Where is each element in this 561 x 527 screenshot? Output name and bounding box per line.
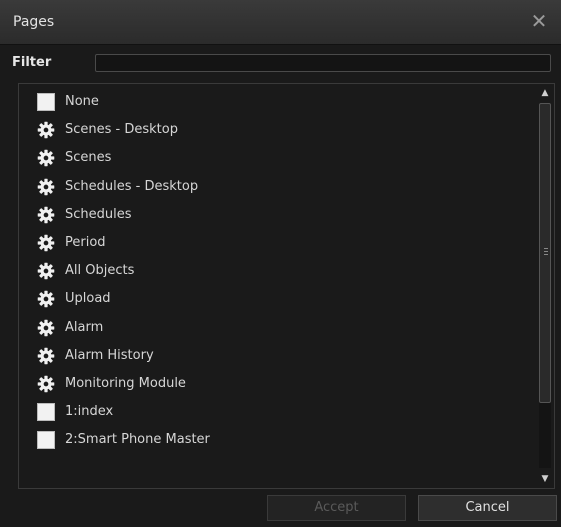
scroll-down-arrow-icon[interactable]: ▼: [537, 471, 553, 487]
list-item[interactable]: None: [19, 89, 534, 115]
accept-button[interactable]: Accept: [267, 495, 406, 521]
list-item[interactable]: Alarm History: [19, 343, 534, 369]
gear-icon: [37, 234, 55, 252]
list-item-label: 1:index: [65, 404, 114, 420]
gear-icon: [37, 149, 55, 167]
list-item[interactable]: Upload: [19, 286, 534, 312]
list-item[interactable]: Schedules - Desktop: [19, 174, 534, 200]
gear-icon: [37, 347, 55, 365]
page-icon: [37, 403, 55, 422]
list-item-label: 2:Smart Phone Master: [65, 432, 210, 448]
list-item-label: Monitoring Module: [65, 376, 186, 391]
page-icon: [37, 93, 55, 111]
scrollbar-track[interactable]: [539, 103, 551, 468]
list-item-label: Scenes - Desktop: [65, 122, 178, 138]
scrollbar[interactable]: ▲ ▼: [537, 85, 553, 487]
gear-icon: [37, 375, 55, 393]
scrollbar-grip-icon: [544, 248, 548, 255]
gear-icon: [37, 178, 55, 196]
filter-bar: Filter: [0, 45, 561, 81]
list-item-label: None: [65, 94, 99, 109]
pages-dialog: Pages ✕ Filter None Scenes - Desktop Scene…: [0, 0, 561, 527]
pages-list: None Scenes - Desktop Scenes Schedules - De…: [19, 84, 534, 488]
page-icon: [37, 431, 55, 450]
cancel-button[interactable]: Cancel: [418, 495, 557, 521]
list-item-label: Schedules: [65, 206, 132, 222]
gear-icon: [37, 121, 55, 139]
scroll-up-arrow-icon[interactable]: ▲: [537, 85, 553, 101]
list-item[interactable]: Monitoring Module: [19, 371, 534, 397]
list-item-label: All Objects: [65, 263, 135, 279]
filter-input[interactable]: [95, 54, 551, 72]
gear-icon: [37, 319, 55, 337]
gear-icon: [37, 206, 55, 224]
filter-label: Filter: [12, 55, 52, 70]
gear-icon: [37, 290, 55, 308]
list-item[interactable]: Schedules: [19, 202, 534, 228]
list-item-label: Alarm History: [65, 347, 154, 363]
scrollbar-thumb[interactable]: [539, 103, 551, 403]
list-item[interactable]: Scenes - Desktop: [19, 117, 534, 143]
list-item[interactable]: 1:index: [19, 399, 534, 425]
list-item[interactable]: Scenes: [19, 145, 534, 171]
close-icon[interactable]: ✕: [527, 9, 551, 33]
dialog-titlebar[interactable]: Pages ✕: [0, 0, 561, 45]
list-item-label: Period: [65, 235, 106, 250]
dialog-footer: Accept Cancel: [0, 489, 561, 527]
list-item-label: Alarm: [65, 319, 104, 335]
list-item-label: Upload: [65, 291, 111, 307]
list-item[interactable]: Period: [19, 230, 534, 256]
pages-list-panel: None Scenes - Desktop Scenes Schedules - De…: [18, 83, 555, 489]
list-item[interactable]: All Objects: [19, 258, 534, 284]
gear-icon: [37, 262, 55, 280]
list-item-label: Scenes: [65, 150, 112, 166]
dialog-title: Pages: [13, 14, 55, 30]
list-item[interactable]: Alarm: [19, 315, 534, 341]
list-item[interactable]: 2:Smart Phone Master: [19, 427, 534, 453]
list-item-label: Schedules - Desktop: [65, 178, 199, 194]
